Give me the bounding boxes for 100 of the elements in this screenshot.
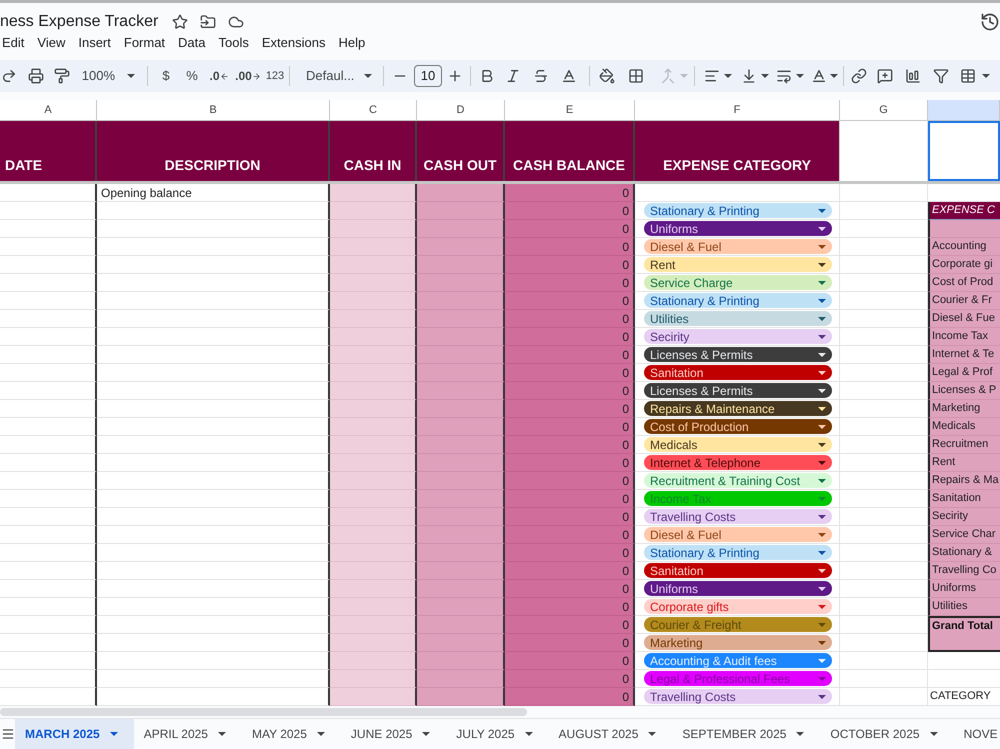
caret-icon	[982, 74, 990, 78]
table-cell: 0	[505, 400, 635, 418]
menu-item[interactable]: View	[37, 35, 66, 50]
category-chip[interactable]: Travelling Costs	[644, 689, 832, 704]
category-chip[interactable]: Stationary & Printing	[644, 203, 832, 218]
comment-icon[interactable]	[877, 68, 893, 84]
caret-icon	[127, 74, 135, 78]
redo-icon[interactable]	[1, 68, 17, 84]
menu-icon[interactable]	[1, 727, 15, 741]
horizontal-scrollbar[interactable]	[0, 708, 527, 716]
category-chip[interactable]: Cost of Production	[644, 419, 832, 434]
category-chip[interactable]: Diesel & Fuel	[644, 239, 832, 254]
sheet-tab[interactable]: NOVE	[954, 719, 1000, 749]
category-chip[interactable]: Diesel & Fuel	[644, 527, 832, 542]
category-chip[interactable]: Medicals	[644, 437, 832, 452]
column-heading[interactable]: C	[330, 100, 417, 121]
table-cell: 0	[505, 346, 635, 364]
paint-roller-icon[interactable]	[54, 68, 70, 84]
arrow-right-icon[interactable]	[252, 72, 261, 80]
text-color-icon[interactable]	[561, 68, 577, 84]
italic-icon[interactable]	[505, 68, 521, 84]
text-rotation-icon[interactable]	[810, 68, 826, 84]
menu-item[interactable]: Tools	[218, 35, 249, 50]
column-heading[interactable]: F	[635, 100, 840, 121]
strikethrough-icon[interactable]	[533, 68, 549, 84]
caret-icon	[818, 316, 826, 320]
menu-item[interactable]: Extensions	[262, 35, 326, 50]
selected-cell[interactable]	[928, 121, 1000, 181]
document-title[interactable]: ness Expense Tracker	[0, 10, 158, 34]
menu-item[interactable]: Data	[178, 35, 206, 50]
print-icon[interactable]	[28, 68, 44, 84]
increase-decimal-button[interactable]: .00	[233, 64, 263, 88]
align-left-icon[interactable]	[704, 68, 720, 84]
category-chip[interactable]: Marketing	[644, 635, 832, 650]
table-cell: 0	[505, 688, 635, 706]
paint-bucket-icon[interactable]	[599, 68, 615, 84]
plus-icon[interactable]	[447, 68, 463, 84]
category-chip[interactable]: Uniforms	[644, 581, 832, 596]
borders-icon[interactable]	[628, 68, 644, 84]
font-dropdown[interactable]: Defaul...	[292, 64, 378, 88]
sheet-tab[interactable]: AUGUST 2025	[548, 719, 672, 749]
star-icon[interactable]	[172, 14, 188, 30]
sheet-tab[interactable]: APRIL 2025	[134, 719, 242, 749]
table-cell: Secirity	[928, 508, 1000, 526]
category-chip[interactable]: Licenses & Permits	[644, 347, 832, 362]
caret-icon	[818, 514, 826, 518]
table-cell: Sanitation	[928, 490, 1000, 508]
table-cell	[928, 634, 1000, 652]
sheet-tab[interactable]: JUNE 2025	[340, 719, 446, 749]
text-wrap-icon[interactable]	[776, 68, 792, 84]
decrease-decimal-button[interactable]: .0	[205, 64, 233, 88]
category-chip[interactable]: Sanitation	[644, 365, 832, 380]
more-formats-button[interactable]: 123	[263, 64, 287, 88]
category-chip[interactable]: Corporate gifts	[644, 599, 832, 614]
column-header: DATE	[0, 121, 97, 181]
category-chip[interactable]: Rent	[644, 257, 832, 272]
category-chip[interactable]: Stationary & Printing	[644, 293, 832, 308]
column-heading[interactable]: E	[505, 100, 635, 121]
category-chip[interactable]: Travelling Costs	[644, 509, 832, 524]
column-heading[interactable]: A	[0, 100, 97, 121]
menu-item[interactable]: Edit	[2, 35, 24, 50]
column-heading[interactable]: D	[417, 100, 505, 121]
menu-item[interactable]: Help	[338, 35, 366, 50]
sheet-tab[interactable]: MAY 2025	[242, 719, 341, 749]
arrow-left-icon[interactable]	[220, 72, 228, 80]
folder-icon[interactable]	[200, 14, 216, 30]
sheet-tab[interactable]: JULY 2025	[446, 719, 549, 749]
category-chip[interactable]: Secirity	[644, 329, 832, 344]
chart-icon[interactable]	[905, 68, 921, 84]
link-icon[interactable]	[851, 68, 867, 84]
caret-icon	[818, 280, 826, 284]
column-heading[interactable]: B	[97, 100, 330, 121]
sheet-tab[interactable]: OCTOBER 2025	[820, 719, 954, 749]
menu-item[interactable]: Format	[124, 35, 166, 50]
table-cell: 0	[505, 472, 635, 490]
zoom-dropdown[interactable]: 100%	[70, 64, 142, 88]
category-chip[interactable]: Sanitation	[644, 563, 832, 578]
sheet-tab[interactable]: MARCH 2025	[15, 719, 134, 749]
category-chip[interactable]: Utilities	[644, 311, 832, 326]
cloud-icon[interactable]	[228, 14, 244, 30]
category-chip[interactable]: Internet & Telephone	[644, 455, 832, 470]
column-heading[interactable]: G	[840, 100, 928, 121]
category-chip[interactable]: Repairs & Maintenance	[644, 401, 832, 416]
category-chip[interactable]: Service Charge	[644, 275, 832, 290]
font-size-field[interactable]: 10	[414, 65, 442, 87]
vertical-align-icon[interactable]	[740, 68, 756, 84]
filter-icon[interactable]	[933, 68, 949, 84]
category-chip[interactable]: Licenses & Permits	[644, 383, 832, 398]
currency-button[interactable]: $	[153, 64, 179, 88]
table-cell: Corporate gi	[928, 256, 1000, 274]
sheet-tab[interactable]: SEPTEMBER 2025	[672, 719, 820, 749]
category-chip[interactable]: Uniforms	[644, 221, 832, 236]
caret-icon	[818, 442, 826, 446]
category-chip[interactable]: Stationary & Printing	[644, 545, 832, 560]
table-icon[interactable]	[960, 68, 976, 84]
category-chip[interactable]: Recruitment & Training Cost	[644, 473, 832, 488]
menu-item[interactable]: Insert	[78, 35, 111, 50]
history-icon[interactable]	[980, 12, 1000, 32]
table-cell: Uniforms	[928, 580, 1000, 598]
percent-button[interactable]: %	[179, 64, 205, 88]
